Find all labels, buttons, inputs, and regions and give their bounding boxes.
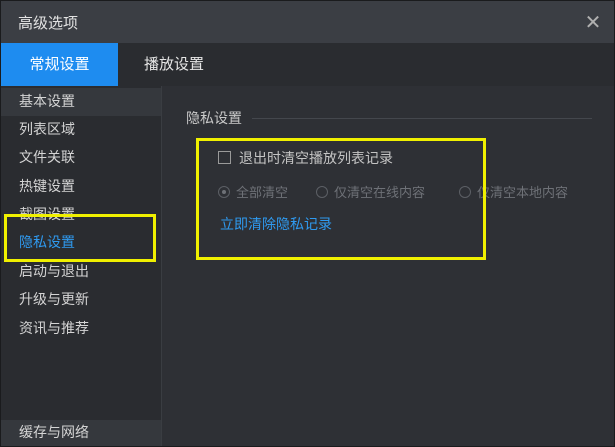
sidebar-item-startup-exit[interactable]: 启动与退出 (1, 258, 161, 286)
sidebar-item-cache-network[interactable]: 缓存与网络 (1, 420, 161, 446)
section-title: 隐私设置 (186, 111, 242, 127)
sidebar-item-upgrade[interactable]: 升级与更新 (1, 286, 161, 314)
sidebar-item-basic[interactable]: 基本设置 (1, 88, 161, 116)
highlight-box-content (196, 138, 486, 260)
section-divider (252, 118, 592, 119)
sidebar-item-list-area[interactable]: 列表区域 (1, 116, 161, 144)
highlight-box-sidebar (4, 214, 156, 262)
tab-general-settings[interactable]: 常规设置 (1, 43, 118, 86)
sidebar-item-hotkeys[interactable]: 热键设置 (1, 173, 161, 201)
close-icon[interactable]: ✕ (580, 9, 606, 35)
sidebar-item-file-association[interactable]: 文件关联 (1, 144, 161, 172)
sidebar: 基本设置 列表区域 文件关联 热键设置 截图设置 隐私设置 启动与退出 升级与更… (1, 86, 162, 446)
tab-bar: 常规设置 播放设置 (1, 43, 614, 86)
sidebar-item-news[interactable]: 资讯与推荐 (1, 315, 161, 343)
window-title: 高级选项 (18, 14, 79, 32)
title-bar: 高级选项 ✕ (1, 1, 614, 43)
tab-playback-settings[interactable]: 播放设置 (118, 43, 230, 86)
radio-label: 仅清空本地内容 (477, 186, 569, 201)
